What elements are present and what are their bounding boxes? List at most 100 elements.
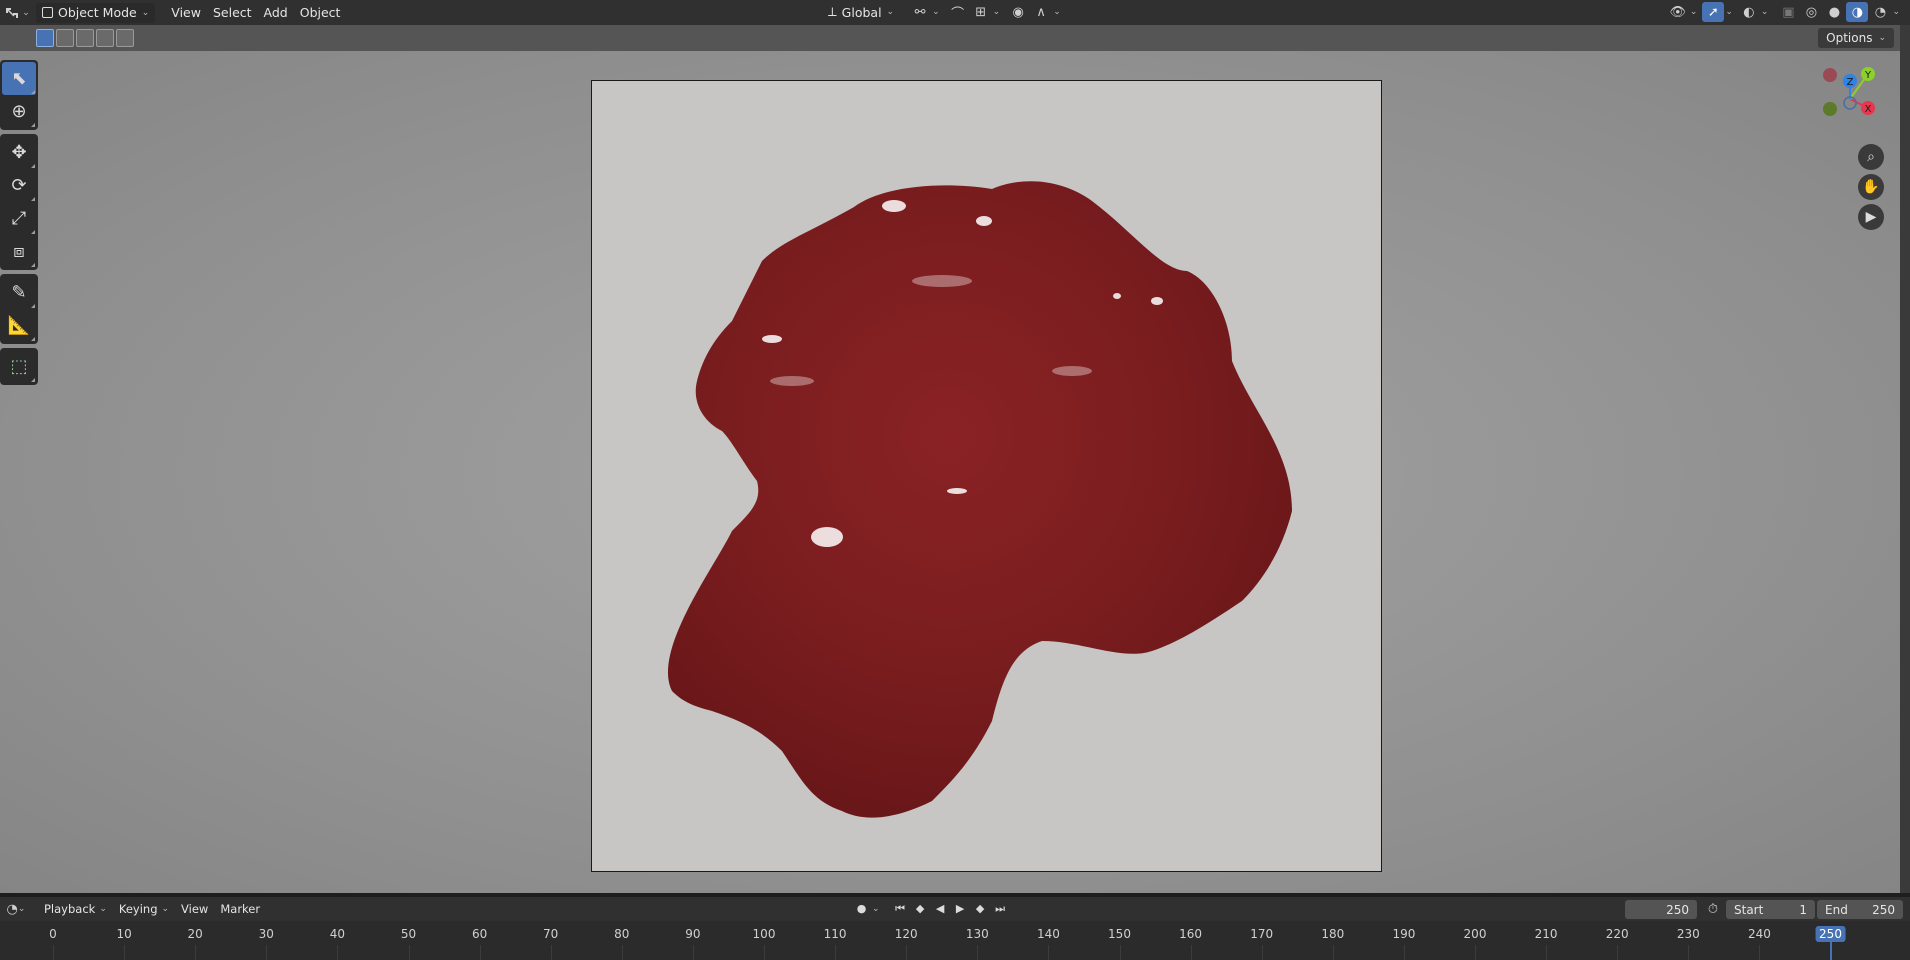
play-icon[interactable]: ▶ [951, 899, 970, 918]
chevron-down-icon[interactable]: ⌄ [1892, 7, 1900, 17]
select-invert-icon[interactable] [96, 29, 114, 47]
timeline-tick-line [1261, 945, 1263, 960]
select-box-tool[interactable]: ⬉ [2, 62, 36, 95]
navigation-gizmo[interactable]: X Y Z [1810, 61, 1890, 141]
chevron-down-icon[interactable]: ⌄ [1690, 7, 1698, 17]
transform-tool[interactable]: ⧈ [2, 235, 36, 268]
3d-viewport[interactable]: X Y Z ⌕ ✋ ▶ [0, 51, 1900, 893]
chevron-down-icon[interactable]: ⌄ [1053, 7, 1061, 17]
timeline-tick-line [53, 945, 54, 960]
pivot-point-icon[interactable]: ⚯ [909, 2, 931, 22]
timeline-tick-line [764, 945, 765, 960]
visibility-icon[interactable]: 👁 [1667, 2, 1689, 22]
snap-icon[interactable]: ⌒ [947, 2, 969, 22]
neg-y-axis[interactable] [1823, 102, 1837, 116]
playhead-line[interactable] [1829, 942, 1832, 960]
snap-increment-icon[interactable]: ⊞ [970, 2, 992, 22]
timeline-ruler[interactable]: 0 10 20 30 40 50 60 70 80 90 100 110 120 130 140 150 160… [0, 921, 1910, 960]
transform-orientation-selector[interactable]: ⟂ Global ⌄ [822, 2, 900, 22]
zoom-icon[interactable]: ⌕ [1858, 144, 1884, 170]
timeline-tick-line [1119, 945, 1121, 960]
menu-view[interactable]: View [165, 2, 207, 23]
overlays-icon[interactable]: ◐ [1738, 2, 1760, 22]
add-cube-tool[interactable]: ⬚ [2, 350, 36, 383]
timeline-tick-line [1332, 945, 1334, 960]
neg-x-axis[interactable] [1823, 68, 1837, 82]
options-dropdown[interactable]: Options ⌄ [1818, 28, 1894, 48]
transform-icon: ⧈ [13, 241, 25, 262]
end-value: 250 [1872, 902, 1895, 917]
rendered-shading-icon[interactable]: ◔ [1869, 2, 1891, 22]
start-frame-field[interactable]: Start 1 [1726, 900, 1815, 919]
measure-tool[interactable]: 📐 [2, 309, 36, 342]
options-label: Options [1826, 31, 1873, 45]
timeline-tick-line [408, 945, 410, 960]
current-frame-field[interactable]: 250 [1625, 900, 1697, 919]
timeline-tick-line [550, 945, 552, 960]
chevron-down-icon[interactable]: ⌄ [1725, 7, 1733, 17]
move-icon: ✥ [11, 142, 27, 163]
select-new-icon[interactable] [36, 29, 54, 47]
orientation-label: Global [841, 4, 882, 20]
menu-object[interactable]: Object [294, 2, 347, 23]
next-keyframe-icon[interactable]: ◆ [971, 899, 990, 918]
editor-type-icon[interactable]: ◔ ⌄ [2, 899, 30, 919]
jump-end-icon[interactable]: ⏭ [991, 899, 1010, 918]
timeline-menu-playback[interactable]: Playback ⌄ [38, 899, 113, 920]
viewport-scrollbar[interactable] [1900, 25, 1910, 893]
editor-type-icon[interactable]: ⌄ [4, 3, 30, 23]
timeline-tick-line [195, 945, 197, 960]
z-axis-label: Z [1847, 77, 1854, 88]
wireframe-shading-icon[interactable]: ◎ [1800, 2, 1822, 22]
start-value: 1 [1799, 902, 1807, 917]
annotate-tool[interactable]: ✎ [2, 276, 36, 309]
xray-icon[interactable]: ▣ [1777, 2, 1799, 22]
chevron-down-icon[interactable]: ⌄ [1761, 7, 1769, 17]
timeline-tick-line [337, 945, 339, 960]
timeline-tick-label: 220 [1605, 927, 1629, 941]
timeline-tick-label: 240 [1747, 927, 1771, 941]
pan-hand-icon[interactable]: ✋ [1858, 174, 1884, 200]
material-shading-icon[interactable]: ◑ [1846, 2, 1869, 22]
timeline-menu-view[interactable]: View [175, 899, 214, 920]
timeline-tick-label: 70 [543, 927, 559, 941]
prev-keyframe-icon[interactable]: ◆ [911, 899, 930, 918]
mode-selector[interactable]: Object Mode ⌄ [36, 2, 156, 23]
timeline-tick-line [124, 945, 126, 960]
rotate-icon: ⟳ [11, 175, 27, 196]
timeline-tick-line [621, 945, 623, 960]
tool-settings-header: Options ⌄ [0, 25, 1900, 51]
record-icon[interactable]: ● [852, 899, 871, 918]
timeline-tick-line [1403, 945, 1405, 960]
falloff-icon[interactable]: ∧ [1030, 2, 1052, 22]
rotate-tool[interactable]: ⟳ [2, 169, 36, 202]
scale-tool[interactable]: ⤢ [2, 202, 36, 235]
preview-range-icon[interactable]: ⏱ [1702, 899, 1724, 919]
camera-view-icon[interactable]: ▶ [1858, 204, 1884, 230]
proportional-edit-icon[interactable]: ◉ [1007, 2, 1029, 22]
current-frame-indicator[interactable]: 250 [1815, 926, 1846, 942]
timeline-menu-keying[interactable]: Keying ⌄ [113, 899, 175, 920]
solid-shading-icon[interactable]: ● [1823, 2, 1845, 22]
timeline-header: ◔ ⌄ Playback ⌄ Keying ⌄ View Marker ● ⌄ ⏮ ◆… [0, 897, 1910, 921]
chevron-down-icon[interactable]: ⌄ [872, 904, 880, 914]
menu-add[interactable]: Add [258, 2, 294, 23]
select-extend-icon[interactable] [56, 29, 74, 47]
select-subtract-icon[interactable] [76, 29, 94, 47]
cube-icon: ⬚ [10, 356, 28, 377]
timeline-menu-marker[interactable]: Marker [214, 899, 266, 920]
chevron-down-icon[interactable]: ⌄ [993, 7, 1001, 17]
move-tool[interactable]: ✥ [2, 136, 36, 169]
chevron-down-icon[interactable]: ⌄ [932, 7, 940, 17]
end-frame-field[interactable]: End 250 [1817, 900, 1903, 919]
x-axis-label: X [1865, 104, 1872, 115]
play-reverse-icon[interactable]: ◀ [931, 899, 950, 918]
tool-shelf: ⬉ ⊕ ✥ ⟳ ⤢ ⧈ ✎ 📐 ⬚ [0, 60, 40, 389]
ruler-icon: 📐 [7, 315, 31, 336]
timeline-tick-label: 160 [1179, 927, 1203, 941]
menu-select[interactable]: Select [207, 2, 258, 23]
select-intersect-icon[interactable] [116, 29, 134, 47]
cursor-tool[interactable]: ⊕ [2, 95, 36, 128]
jump-start-icon[interactable]: ⏮ [891, 899, 910, 918]
gizmo-toggle-icon[interactable]: ➚ [1702, 2, 1725, 22]
